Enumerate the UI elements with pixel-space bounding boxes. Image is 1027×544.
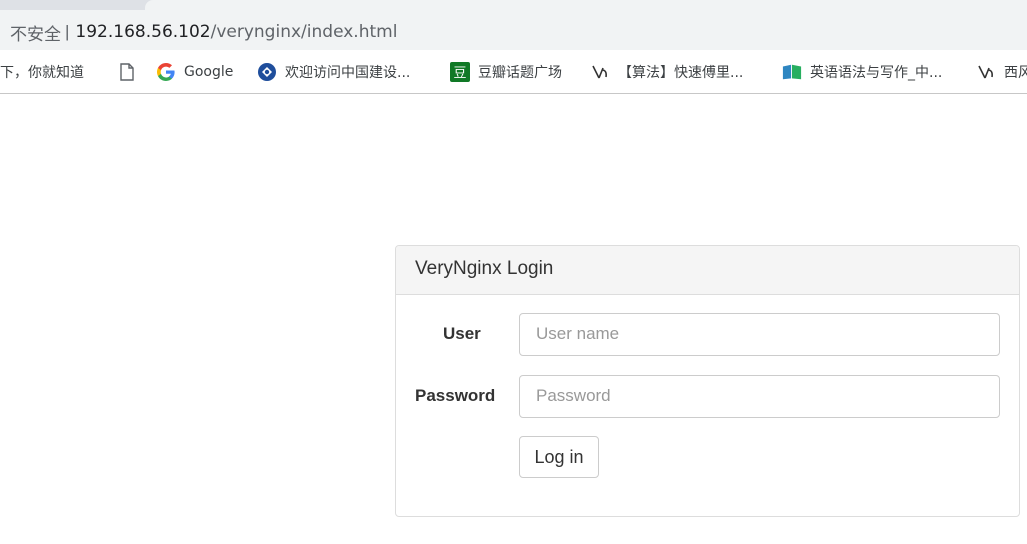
username-input[interactable]: User name (519, 313, 1000, 356)
zhihu-icon (590, 62, 610, 82)
zhihu-icon (976, 62, 996, 82)
bookmark-english[interactable]: 英语语法与写作_中... (782, 62, 942, 82)
bookmark-label: 西风 (1004, 65, 1027, 81)
login-panel: VeryNginx Login User User name Password … (395, 245, 1020, 517)
bookmark-xifeng[interactable]: 西风 (976, 62, 1027, 82)
bookmark-baidu[interactable]: 一下，你就知道 (0, 62, 84, 82)
book-icon (782, 62, 802, 82)
omnibox-separator: | (65, 22, 70, 41)
login-panel-title: VeryNginx Login (396, 246, 1019, 295)
bookmark-algorithm[interactable]: 【算法】快速傅里... (590, 62, 743, 82)
password-label: Password (415, 386, 496, 405)
bookmark-ccb[interactable]: 欢迎访问中国建设... (257, 62, 410, 82)
active-tab-edge[interactable] (145, 0, 1027, 10)
bookmarks-bar: 一下，你就知道 Google 欢迎访问中国建设... 豆 豆瓣话题广场 (0, 50, 1027, 94)
user-label: User (443, 324, 481, 343)
password-input[interactable]: Password (519, 375, 1000, 418)
svg-text:豆: 豆 (453, 66, 466, 81)
bookmark-page[interactable] (117, 62, 145, 82)
address-bar: 不安全 | 192.168.56.102/verynginx/index.htm… (0, 10, 1027, 50)
url-path[interactable]: /verynginx/index.html (211, 22, 398, 42)
douban-icon: 豆 (450, 62, 470, 82)
bookmark-label: Google (184, 64, 234, 80)
security-indicator[interactable]: 不安全 (10, 20, 61, 45)
bookmark-label: 欢迎访问中国建设... (285, 65, 411, 81)
bookmark-douban[interactable]: 豆 豆瓣话题广场 (450, 62, 562, 82)
bookmark-google[interactable]: Google (156, 62, 233, 82)
password-row: Password Password (396, 375, 1021, 419)
google-icon (156, 62, 176, 82)
bookmark-label: 【算法】快速傅里... (618, 65, 744, 81)
omnibox[interactable]: 不安全 | 192.168.56.102/verynginx/index.htm… (0, 15, 1027, 49)
ccb-icon (257, 62, 277, 82)
bookmark-label: 英语语法与写作_中... (810, 65, 943, 81)
tab-strip (0, 0, 1027, 10)
url-host[interactable]: 192.168.56.102 (75, 22, 210, 42)
bookmark-label: 豆瓣话题广场 (478, 65, 562, 81)
bookmark-label: 一下，你就知道 (0, 65, 84, 81)
login-button[interactable]: Log in (519, 436, 599, 478)
user-row: User User name (396, 313, 1021, 357)
page-icon (117, 62, 137, 82)
